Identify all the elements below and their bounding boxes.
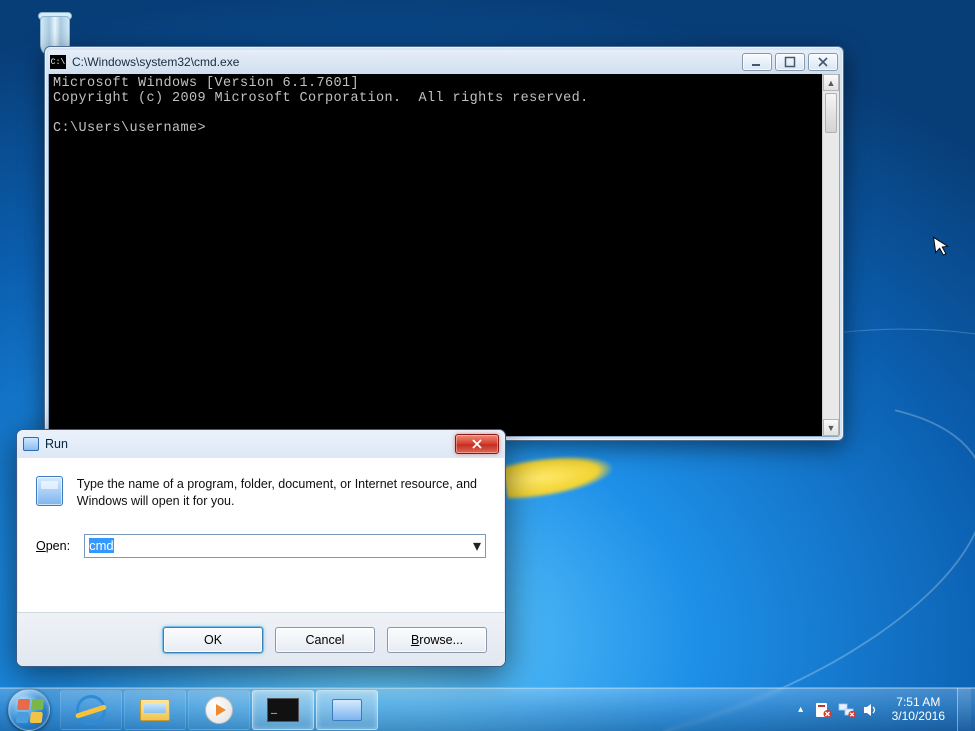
cmd-titlebar[interactable]: C:\ C:\Windows\system32\cmd.exe bbox=[48, 50, 840, 74]
cmd-output[interactable]: Microsoft Windows [Version 6.1.7601] Cop… bbox=[49, 74, 822, 436]
run-app-icon bbox=[23, 437, 39, 451]
windows-logo-icon bbox=[8, 689, 50, 731]
open-input[interactable] bbox=[84, 534, 486, 558]
taskbar-item-explorer[interactable] bbox=[124, 690, 186, 730]
network-icon[interactable] bbox=[838, 701, 856, 719]
scroll-down-button[interactable]: ▼ bbox=[823, 419, 839, 436]
explorer-icon bbox=[140, 699, 170, 721]
run-icon bbox=[332, 699, 362, 721]
run-description: Type the name of a program, folder, docu… bbox=[77, 476, 486, 510]
taskbar-item-run[interactable] bbox=[316, 690, 378, 730]
show-desktop-button[interactable] bbox=[957, 688, 971, 731]
browse-button[interactable]: Browse... bbox=[387, 627, 487, 653]
volume-icon[interactable] bbox=[862, 701, 880, 719]
ok-button[interactable]: OK bbox=[163, 627, 263, 653]
combo-dropdown-button[interactable]: ▾ bbox=[468, 534, 486, 558]
clock[interactable]: 7:51 AM 3/10/2016 bbox=[892, 696, 945, 724]
clock-date: 3/10/2016 bbox=[892, 710, 945, 724]
run-button-row: OK Cancel Browse... bbox=[17, 612, 505, 666]
run-dialog: Run Type the name of a program, folder, … bbox=[16, 429, 506, 667]
mouse-cursor bbox=[933, 234, 954, 258]
taskbar-item-media-player[interactable] bbox=[188, 690, 250, 730]
scroll-up-button[interactable]: ▲ bbox=[823, 74, 839, 91]
scroll-thumb[interactable] bbox=[825, 93, 837, 133]
cmd-title-text: C:\Windows\system32\cmd.exe bbox=[72, 55, 736, 69]
minimize-button[interactable] bbox=[742, 53, 772, 71]
tray-overflow-button[interactable]: ▴ bbox=[794, 704, 808, 715]
taskbar-item-cmd[interactable]: — bbox=[252, 690, 314, 730]
cancel-button[interactable]: Cancel bbox=[275, 627, 375, 653]
close-button[interactable] bbox=[455, 434, 499, 454]
clock-time: 7:51 AM bbox=[892, 696, 945, 710]
run-titlebar[interactable]: Run bbox=[17, 430, 505, 458]
media-player-icon bbox=[205, 696, 233, 724]
maximize-button[interactable] bbox=[775, 53, 805, 71]
cmd-icon: — bbox=[267, 698, 299, 722]
close-button[interactable] bbox=[808, 53, 838, 71]
vertical-scrollbar[interactable]: ▲ ▼ bbox=[822, 74, 839, 436]
start-button[interactable] bbox=[2, 688, 56, 731]
ie-icon bbox=[76, 695, 106, 725]
cmd-window: C:\ C:\Windows\system32\cmd.exe Microsof… bbox=[44, 46, 844, 441]
taskbar-item-ie[interactable] bbox=[60, 690, 122, 730]
action-center-icon[interactable] bbox=[814, 701, 832, 719]
taskbar: — ▴ 7:51 AM 3/10/2016 bbox=[0, 687, 975, 731]
run-title-text: Run bbox=[45, 437, 449, 451]
open-label: Open: bbox=[36, 539, 70, 553]
run-dialog-icon bbox=[36, 476, 63, 506]
cmd-app-icon: C:\ bbox=[50, 55, 66, 69]
